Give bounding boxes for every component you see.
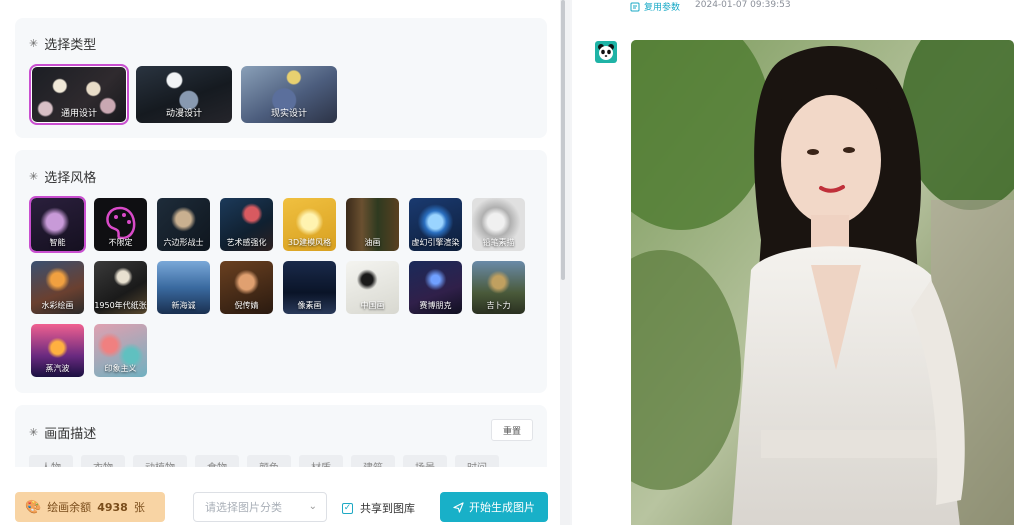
drawing-balance: 🎨 绘画余额 4938 张 [15,492,165,522]
type-section-title: ✳ 选择类型 [29,37,97,53]
style-option-impressionism[interactable]: 印象主义 [94,324,147,377]
balance-unit: 张 [133,501,145,514]
share-label: 共享到图库 [360,502,415,515]
style-label: 水彩绘画 [41,301,74,310]
asterisk-icon: ✳ [29,37,39,50]
style-label: 赛博朋克 [419,301,452,310]
style-label: 铅笔素描 [482,238,515,247]
style-label: 像素画 [297,301,322,310]
style-label: 不限定 [108,238,133,247]
style-label: 印象主义 [104,364,137,373]
description-section-title: ✳ 画面描述 [29,426,97,442]
result-timestamp: 2024-01-07 09:39:53 [695,0,791,10]
style-option-oil-painting[interactable]: 油画 [346,198,399,251]
balance-count: 4938 [97,500,128,514]
style-option-ni-chuanjing[interactable]: 倪传婧 [220,261,273,314]
style-option-pixel-art[interactable]: 像素画 [283,261,336,314]
style-option-shinkai[interactable]: 新海诚 [157,261,210,314]
style-label: 3D建模风格 [287,238,332,247]
style-label: 油画 [364,238,381,247]
reset-button[interactable]: 重置 [491,419,533,441]
style-option-unreal[interactable]: 虚幻引擎渲染 [409,198,462,251]
image-category-select[interactable]: 请选择图片分类 ⌄ [193,492,327,522]
send-icon [453,501,464,513]
style-option-watercolor[interactable]: 水彩绘画 [31,261,84,314]
share-checkbox[interactable]: ✓ [342,502,353,514]
style-option-smart[interactable]: 智能 [29,196,86,253]
result-panel: 复用参数 2024-01-07 09:39:53 [572,0,1024,525]
palette-icon: 🎨 [25,499,42,515]
style-label: 中国画 [360,301,385,310]
generated-portrait-image [631,40,1014,525]
style-option-vaporwave[interactable]: 蒸汽波 [31,324,84,377]
balance-prefix: 绘画余额 [47,501,92,514]
style-label: 智能 [49,238,66,247]
type-option-realistic[interactable]: 现实设计 [241,66,337,123]
scrollbar-thumb[interactable] [561,0,565,280]
category-placeholder: 请选择图片分类 [205,501,282,514]
bottom-action-bar: 🎨 绘画余额 4938 张 请选择图片分类 ⌄ ✓ 共享到图库 开始生成图片 [0,467,560,525]
type-label: 动漫设计 [165,109,202,119]
type-section: ✳ 选择类型 通用设计 动漫设计 现实设计 [15,18,547,138]
style-grid: 智能 不限定 六边形战士 艺术感强化 3D建模风格 油画 虚幻引擎渲染 铅笔素描… [29,196,531,377]
left-panel: ✳ 选择类型 通用设计 动漫设计 现实设计 ✳ 选择风格 智能 不限定 六边形战… [0,0,560,525]
generate-label: 开始生成图片 [469,501,535,514]
type-label: 现实设计 [270,109,307,119]
style-label: 蒸汽波 [45,364,70,373]
style-option-1950s-paper[interactable]: 1950年代纸张 [94,261,147,314]
style-label: 吉卜力 [486,301,511,310]
style-label: 1950年代纸张 [94,301,147,310]
panda-icon [598,44,614,60]
generated-image[interactable] [631,40,1014,525]
style-section: ✳ 选择风格 智能 不限定 六边形战士 艺术感强化 3D建模风格 油画 虚幻引擎… [15,150,547,393]
style-option-ghibli[interactable]: 吉卜力 [472,261,525,314]
result-meta: 复用参数 2024-01-07 09:39:53 [630,0,791,13]
type-label: 通用设计 [60,109,97,119]
style-option-3d[interactable]: 3D建模风格 [283,198,336,251]
style-option-hexagon-warrior[interactable]: 六边形战士 [157,198,210,251]
asterisk-icon: ✳ [29,170,39,183]
reuse-params-link[interactable]: 复用参数 [630,0,680,13]
style-section-title: ✳ 选择风格 [29,170,97,186]
share-to-gallery[interactable]: ✓ 共享到图库 [342,500,415,516]
style-label: 虚幻引擎渲染 [411,238,460,247]
type-option-general[interactable]: 通用设计 [29,64,129,125]
style-option-art-enhance[interactable]: 艺术感强化 [220,198,273,251]
generate-button[interactable]: 开始生成图片 [440,492,548,522]
copy-params-icon [630,2,640,11]
style-option-pencil-sketch[interactable]: 铅笔素描 [472,198,525,251]
style-option-unlimited[interactable]: 不限定 [94,198,147,251]
type-option-anime[interactable]: 动漫设计 [136,66,232,123]
style-label: 新海诚 [171,301,196,310]
style-option-cyberpunk[interactable]: 赛博朋克 [409,261,462,314]
avatar [595,41,617,63]
style-option-chinese-painting[interactable]: 中国画 [346,261,399,314]
type-list: 通用设计 动漫设计 现实设计 [29,64,337,125]
style-label: 倪传婧 [234,301,259,310]
style-label: 六边形战士 [163,238,204,247]
style-label: 艺术感强化 [226,238,267,247]
chevron-down-icon: ⌄ [308,501,317,512]
asterisk-icon: ✳ [29,426,39,439]
